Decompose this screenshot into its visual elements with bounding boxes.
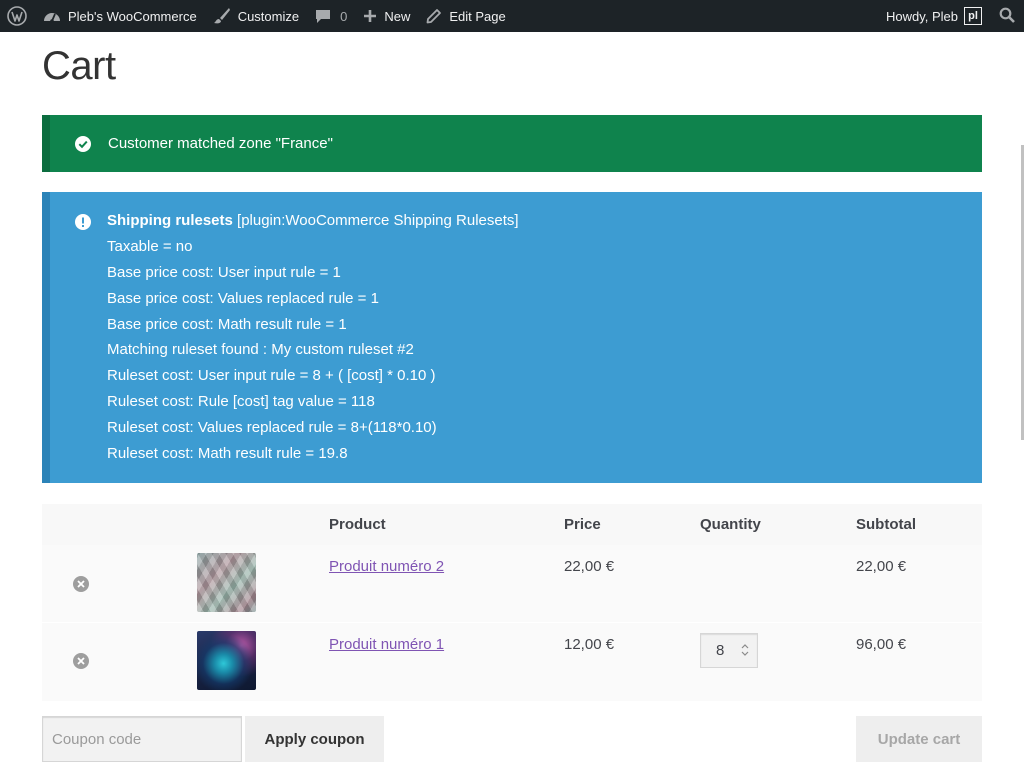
quantity-value: 8 [716, 642, 725, 659]
info-line: Base price cost: Math result rule = 1 [107, 315, 347, 333]
info-line: Ruleset cost: Math result rule = 19.8 [107, 445, 348, 463]
my-account-menu[interactable]: Howdy, Pleb pl [878, 0, 990, 32]
comments-count: 0 [340, 8, 348, 24]
info-line: Base price cost: Values replaced rule = … [107, 289, 379, 307]
info-line: Matching ruleset found : My custom rules… [107, 341, 414, 359]
info-line: Ruleset cost: Rule [cost] tag value = 11… [107, 393, 375, 411]
new-content-menu[interactable]: New [355, 0, 418, 32]
quantity-stepper[interactable]: 8 [700, 633, 758, 668]
info-line: Ruleset cost: Values replaced rule = 8+(… [107, 419, 437, 437]
product-link[interactable]: Produit numéro 1 [329, 636, 444, 653]
comments-menu[interactable]: 0 [307, 0, 355, 32]
remove-icon[interactable] [73, 576, 89, 592]
success-notice: Customer matched zone "France" [42, 115, 982, 172]
cart-row: Produit numéro 1 12,00 € 8 96,00 € [42, 623, 982, 701]
cart-table-header: Product Price Quantity Subtotal [42, 504, 982, 545]
wp-logo-menu[interactable] [0, 0, 35, 32]
info-notice-title-rest: [plugin:WooCommerce Shipping Rulesets] [232, 212, 519, 229]
product-subtotal: 96,00 € [856, 636, 907, 653]
edit-page-label: Edit Page [449, 8, 506, 24]
info-notice-title-bold: Shipping rulesets [107, 212, 233, 229]
info-line: Taxable = no [107, 237, 193, 255]
cart-table: Product Price Quantity Subtotal Produit … [42, 504, 982, 701]
avatar: pl [964, 7, 982, 25]
howdy-label: Howdy, Pleb [885, 8, 958, 24]
header-price: Price [564, 516, 601, 533]
check-circle-icon [75, 135, 91, 152]
remove-icon[interactable] [73, 653, 89, 669]
info-line: Ruleset cost: User input rule = 8 + ( [c… [107, 367, 436, 385]
search-icon [999, 7, 1015, 26]
apply-coupon-button[interactable]: Apply coupon [245, 716, 384, 762]
admin-bar: Pleb's WooCommerce Customize 0 New Edit … [0, 0, 1024, 32]
new-label: New [384, 8, 411, 24]
success-notice-text: Customer matched zone "France" [108, 135, 333, 152]
header-quantity: Quantity [700, 516, 761, 533]
site-name-menu[interactable]: Pleb's WooCommerce [35, 0, 205, 32]
page-title: Cart [42, 44, 116, 88]
product-price: 22,00 € [564, 558, 615, 575]
wordpress-icon [7, 6, 27, 26]
plus-icon [363, 9, 377, 23]
product-link[interactable]: Produit numéro 2 [329, 558, 444, 575]
cart-row: Produit numéro 2 22,00 € 22,00 € [42, 545, 982, 623]
info-line: Base price cost: User input rule = 1 [107, 263, 341, 281]
product-subtotal: 22,00 € [856, 558, 907, 575]
adminbar-search[interactable] [990, 0, 1024, 32]
customize-menu[interactable]: Customize [205, 0, 307, 32]
customize-label: Customize [237, 8, 300, 24]
product-thumbnail[interactable] [197, 553, 256, 612]
pencil-icon [426, 8, 442, 24]
product-thumbnail[interactable] [197, 631, 256, 690]
header-product: Product [329, 516, 386, 533]
site-name: Pleb's WooCommerce [68, 8, 197, 24]
spinner-arrows-icon[interactable] [741, 643, 749, 657]
update-cart-button[interactable]: Update cart [856, 716, 982, 762]
brush-icon [213, 7, 231, 25]
edit-page-menu[interactable]: Edit Page [418, 0, 513, 32]
coupon-code-input[interactable] [42, 716, 242, 762]
comment-icon [315, 8, 331, 24]
info-notice-title: Shipping rulesets [plugin:WooCommerce Sh… [107, 212, 982, 238]
info-icon [75, 214, 91, 230]
product-price: 12,00 € [564, 636, 615, 653]
dashboard-icon [43, 8, 61, 24]
info-notice: Shipping rulesets [plugin:WooCommerce Sh… [42, 192, 982, 483]
header-subtotal: Subtotal [856, 516, 916, 533]
